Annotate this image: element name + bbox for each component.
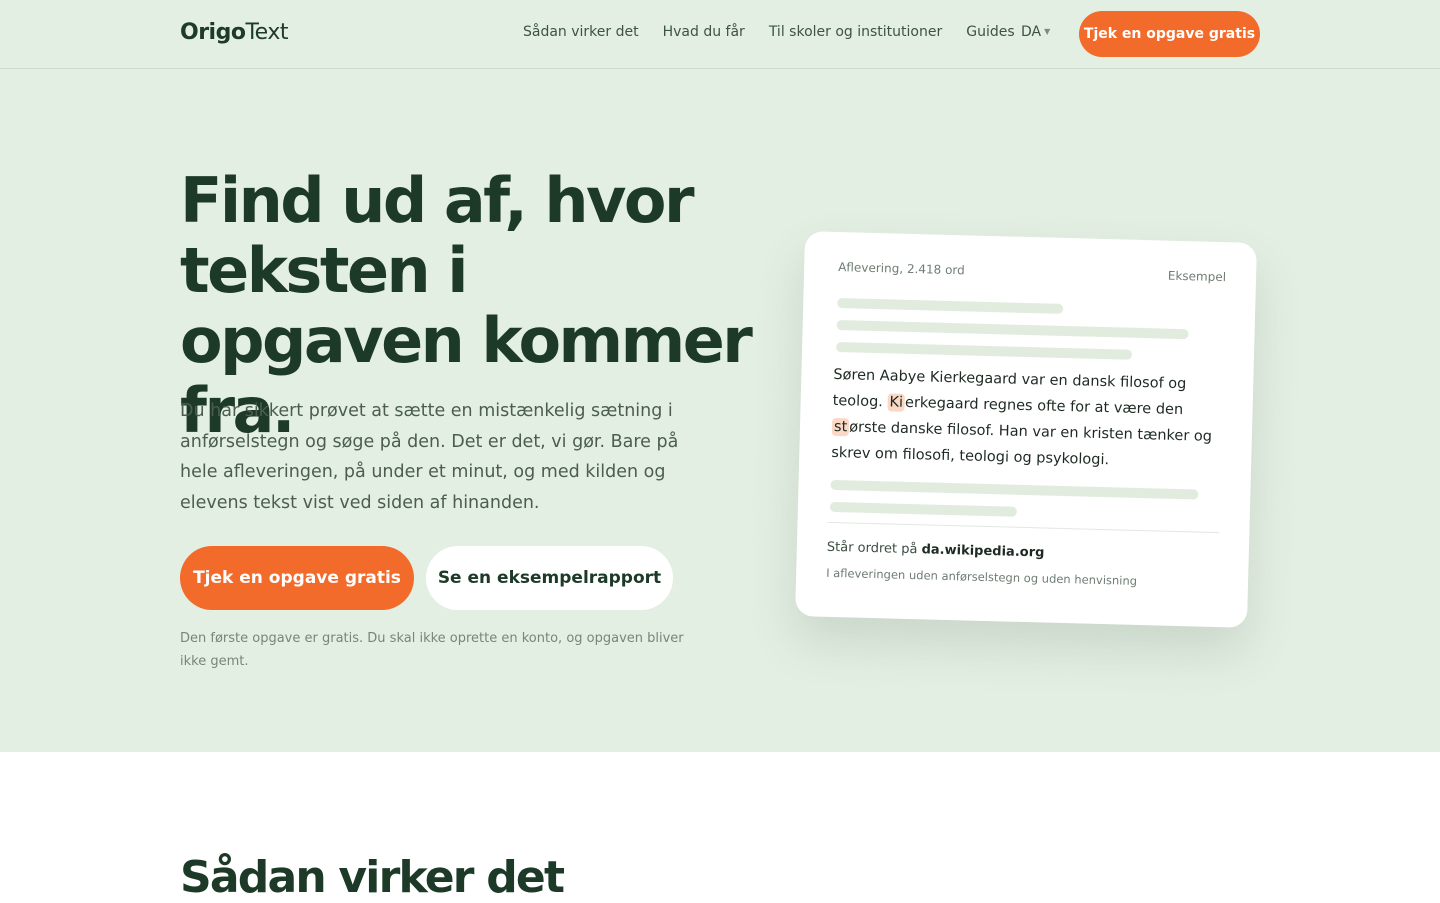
card-meta: Aflevering, 2.418 ord [838, 260, 965, 278]
skeleton-line [835, 342, 1133, 360]
example-report-button[interactable]: Se en eksempelrapport [426, 546, 673, 610]
card-example-tag: Eksempel [1167, 268, 1227, 285]
source-domain: da.wikipedia.org [921, 542, 1045, 561]
card-source: Står ordret på da.wikipedia.org [827, 540, 1045, 561]
match-highlight: Ki [887, 393, 906, 412]
nav-cta-button[interactable]: Tjek en opgave gratis [1079, 11, 1260, 57]
language-selector[interactable]: DA ▼ [1021, 24, 1050, 40]
logo-light-text: Text [245, 20, 288, 45]
card-note: I afleveringen uden anførselstegn og ude… [825, 565, 1138, 588]
nav-link-what-you-get[interactable]: Hvad du får [663, 24, 745, 40]
section-title-how-it-works: Sådan virker det [180, 852, 565, 903]
card-excerpt: Søren Aabye Kierkegaard var en dansk fil… [831, 362, 1230, 476]
skeleton-line [836, 320, 1189, 340]
hero-lead: Du har sikkert prøvet at sætte en mistæn… [180, 401, 679, 513]
match-highlight: st [831, 417, 850, 437]
hero-fineprint: Den første opgave er gratis. Du skal ikk… [180, 631, 684, 669]
language-code: DA [1021, 24, 1042, 40]
skeleton-line [830, 479, 1199, 500]
chevron-down-icon: ▼ [1044, 27, 1051, 36]
skeleton-line [829, 501, 1017, 517]
nav-link-guides[interactable]: Guides [966, 24, 1014, 40]
nav-link-schools[interactable]: Til skoler og institutioner [769, 24, 942, 40]
logo[interactable]: OrigoText [180, 20, 288, 45]
card-divider [827, 521, 1220, 534]
logo-bold-text: Origo [180, 20, 246, 45]
source-prefix: Står ordret på [826, 539, 918, 558]
skeleton-line [837, 298, 1064, 314]
example-card-wrapper: Aflevering, 2.418 ord Eksempel Søren Aab… [795, 231, 1257, 628]
excerpt-text: erkegaard regnes ofte for at være den [904, 394, 1184, 419]
top-navigation: OrigoText Sådan virker det Hvad du får T… [0, 0, 1440, 69]
excerpt-text: ørste danske filosof. [849, 419, 995, 440]
example-report-card: Aflevering, 2.418 ord Eksempel Søren Aab… [795, 231, 1257, 628]
hero-section: OrigoText Sådan virker det Hvad du får T… [0, 0, 1440, 752]
check-assignment-button[interactable]: Tjek en opgave gratis [180, 546, 414, 610]
nav-links: Sådan virker det Hvad du får Til skoler … [523, 24, 1039, 40]
nav-link-how-it-works[interactable]: Sådan virker det [523, 24, 639, 40]
